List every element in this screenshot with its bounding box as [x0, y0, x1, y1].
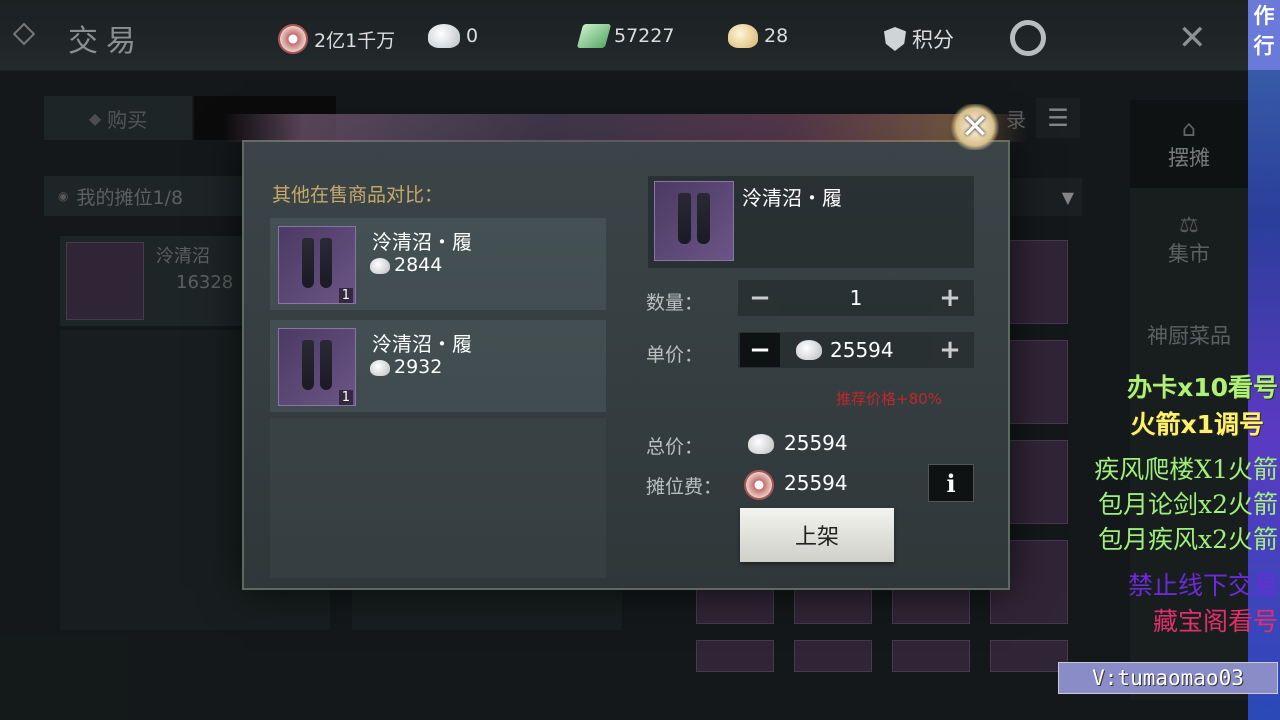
overlay-ad: 疾风爬楼X1火箭	[1094, 455, 1278, 484]
diamond-icon	[12, 22, 36, 46]
selected-item-card: 泠清沼・履	[648, 176, 974, 268]
close-icon: ✕	[960, 107, 990, 147]
info-icon: i	[946, 468, 956, 498]
unit-price-stepper: − 25594 +	[738, 332, 974, 368]
boots-icon: 1	[278, 226, 356, 304]
list-for-sale-label: 上架	[794, 525, 839, 550]
silver-ingot-plus-icon	[428, 24, 460, 48]
resource-copper[interactable]: 2亿1千万	[278, 24, 395, 54]
resource-jade[interactable]: 57227	[576, 24, 675, 48]
compare-title: 其他在售商品对比：	[272, 184, 444, 206]
unit-price-label: 单价：	[646, 344, 704, 366]
page-title: 交易	[68, 24, 144, 59]
compare-item-name: 泠清沼・履	[372, 332, 472, 356]
compare-list-bg	[270, 418, 606, 578]
silver-ingot-icon	[796, 340, 822, 360]
jade-icon	[576, 24, 612, 48]
info-button[interactable]: i	[928, 464, 974, 502]
resource-gold[interactable]: 28	[728, 24, 788, 48]
boots-icon: 1	[278, 328, 356, 406]
copper-coin-icon	[278, 24, 308, 54]
stall-fee-value: 25594	[784, 471, 848, 495]
quantity-value[interactable]: 1	[838, 286, 874, 310]
price-plus-button[interactable]: +	[930, 333, 970, 367]
top-bar: 交易 2亿1千万 0 57227 28 积分 ✕	[0, 0, 1248, 71]
overlay-ad: 包月论剑x2火箭	[1097, 490, 1278, 519]
total-value: 25594	[784, 431, 848, 455]
compare-item-name: 泠清沼・履	[372, 230, 472, 254]
price-minus-button[interactable]: −	[740, 333, 780, 367]
compare-item[interactable]: 1 泠清沼・履 2844	[270, 218, 606, 310]
overlay-ad: 禁止线下交易	[1127, 571, 1278, 600]
overlay-handle: V:tumaomao03	[1092, 666, 1244, 690]
overlay-handle-box: V:tumaomao03	[1058, 662, 1278, 694]
gold-ingot-icon	[728, 24, 758, 48]
quantity-label: 数量：	[646, 292, 704, 314]
overlay-ad: 包月疾风x2火箭	[1097, 525, 1278, 554]
compare-item-price: 2844	[394, 254, 443, 276]
total-label: 总价：	[646, 436, 704, 458]
item-qty: 1	[338, 390, 353, 405]
overlay-corner-char: 作	[1253, 4, 1275, 28]
resource-silver-value: 0	[466, 25, 479, 47]
list-for-sale-button[interactable]: 上架	[740, 508, 894, 562]
quantity-minus-button[interactable]: −	[740, 281, 780, 315]
quantity-stepper: − 1 +	[738, 280, 974, 316]
modal-header-ornament	[222, 114, 1028, 142]
compare-item[interactable]: 1 泠清沼・履 2932	[270, 320, 606, 412]
points-button[interactable]: 积分	[884, 24, 954, 54]
points-label: 积分	[912, 28, 954, 52]
overlay-ad: 火箭x1调号	[1130, 410, 1264, 439]
silver-ingot-icon	[370, 360, 390, 376]
unit-price-value[interactable]: 25594	[830, 338, 894, 362]
resource-jade-value: 57227	[614, 25, 675, 47]
shield-icon	[884, 27, 906, 51]
compare-item-price: 2932	[394, 356, 443, 378]
overlay-corner: 作 行	[1248, 0, 1280, 70]
selected-item-name: 泠清沼・履	[742, 186, 842, 210]
overlay-ad: 办卡x10看号	[1127, 373, 1278, 402]
resource-gold-value: 28	[764, 25, 789, 47]
close-icon[interactable]: ✕	[1178, 18, 1207, 58]
silver-ingot-icon	[370, 258, 390, 274]
boots-icon	[654, 181, 734, 261]
sell-modal: 其他在售商品对比： 1 泠清沼・履 2844 1 泠清沼・履 2932 泠清沼・…	[242, 140, 1010, 590]
overlay-ad: 藏宝阁看号	[1152, 607, 1278, 636]
resource-silver[interactable]: 0	[428, 24, 478, 48]
modal-close-button[interactable]: ✕	[950, 104, 1000, 150]
silver-ingot-icon	[748, 434, 774, 454]
overlay-corner-char: 行	[1253, 34, 1275, 58]
item-qty: 1	[338, 288, 353, 303]
recommend-price-text: 推荐价格+80%	[836, 390, 942, 408]
stall-fee-label: 摊位费：	[646, 476, 723, 498]
settings-gear-icon[interactable]	[1010, 20, 1046, 56]
quantity-plus-button[interactable]: +	[930, 281, 970, 315]
copper-coin-icon	[744, 470, 774, 500]
resource-copper-value: 2亿1千万	[314, 29, 396, 52]
